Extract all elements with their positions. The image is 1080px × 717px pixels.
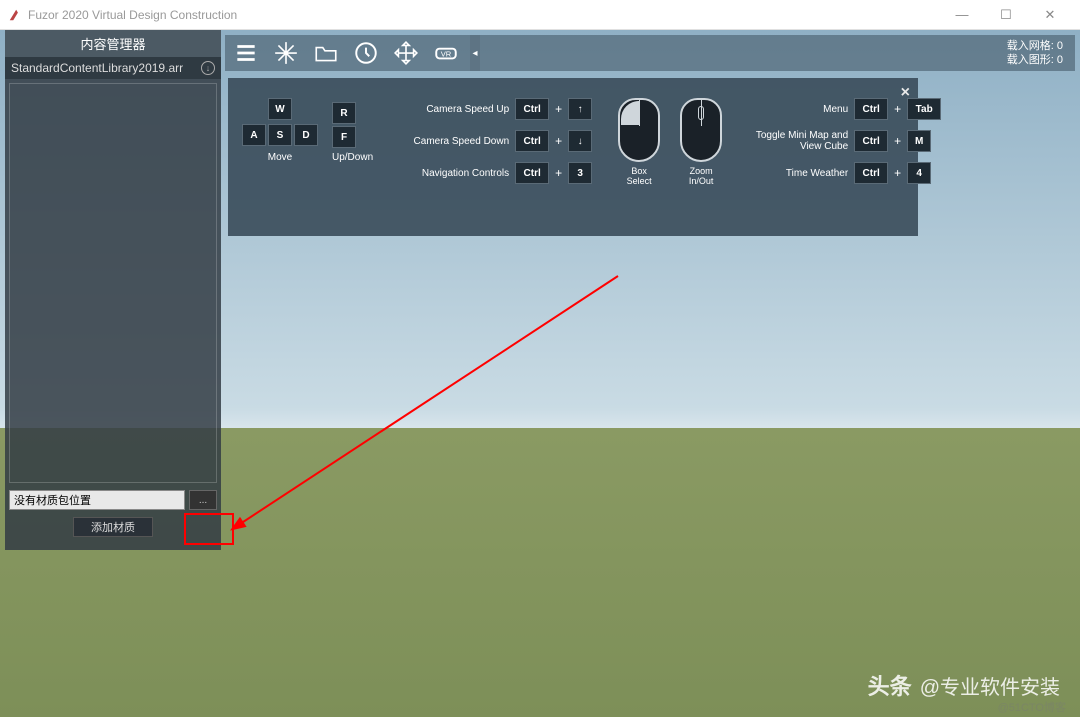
updown-label: Up/Down — [332, 152, 373, 163]
app-viewport: 内容管理器 StandardContentLibrary2019.arr ↓ .… — [0, 30, 1080, 717]
app-logo-icon — [8, 8, 22, 22]
transform-icon[interactable] — [271, 38, 301, 68]
help-close-button[interactable]: × — [901, 84, 910, 102]
window-title: Fuzor 2020 Virtual Design Construction — [28, 8, 237, 22]
folder-open-icon[interactable] — [311, 38, 341, 68]
browse-material-button[interactable]: ... — [189, 490, 217, 510]
w-key: W — [268, 98, 292, 120]
move-arrows-icon[interactable] — [391, 38, 421, 68]
watermark-toutiao: 头条 @专业软件安装 — [868, 669, 1060, 701]
minimize-button[interactable]: ― — [940, 0, 984, 30]
material-path-input[interactable] — [9, 490, 185, 510]
maximize-button[interactable]: ☐ — [984, 0, 1028, 30]
download-icon[interactable]: ↓ — [201, 61, 215, 75]
navigation-help-panel: × W A S D Move R — [228, 78, 918, 236]
f-key: F — [332, 126, 356, 148]
add-material-button[interactable]: 添加材质 — [73, 517, 153, 537]
close-button[interactable]: ✕ — [1028, 0, 1072, 30]
titlebar: Fuzor 2020 Virtual Design Construction ―… — [0, 0, 1080, 30]
vr-icon[interactable]: VR — [431, 38, 461, 68]
watermark-blog: @51CTO博客 — [998, 699, 1066, 715]
s-key: S — [268, 124, 292, 146]
library-body — [9, 83, 217, 483]
svg-text:VR: VR — [441, 49, 452, 58]
mouse-diagrams: Box Select Zoom In/Out — [618, 98, 722, 186]
wasd-block: W A S D Move R F Up/Down — [242, 98, 373, 163]
library-filename: StandardContentLibrary2019.arr — [11, 61, 183, 75]
annotation-highlight-box — [184, 513, 234, 545]
status-text: 载入网格: 0 载入图形: 0 — [1007, 39, 1069, 67]
clock-icon[interactable] — [351, 38, 381, 68]
sidebar-title: 内容管理器 — [5, 30, 221, 57]
d-key: D — [294, 124, 318, 146]
shortcut-col-right: MenuCtrl+Tab Toggle Mini Map and View Cu… — [748, 98, 941, 184]
library-row[interactable]: StandardContentLibrary2019.arr ↓ — [5, 57, 221, 79]
a-key: A — [242, 124, 266, 146]
menu-list-icon[interactable] — [231, 38, 261, 68]
main-toolbar: VR 载入网格: 0 载入图形: 0 — [225, 35, 1075, 71]
move-label: Move — [242, 152, 318, 163]
shortcut-col-left: Camera Speed UpCtrl+↑ Camera Speed DownC… — [399, 98, 592, 184]
mouse-zoom-icon — [680, 98, 722, 162]
mouse-box-select-icon — [618, 98, 660, 162]
r-key: R — [332, 102, 356, 124]
toolbar-collapse-tab[interactable]: ◂ — [470, 35, 480, 71]
content-manager-panel: 内容管理器 StandardContentLibrary2019.arr ↓ .… — [5, 30, 221, 550]
